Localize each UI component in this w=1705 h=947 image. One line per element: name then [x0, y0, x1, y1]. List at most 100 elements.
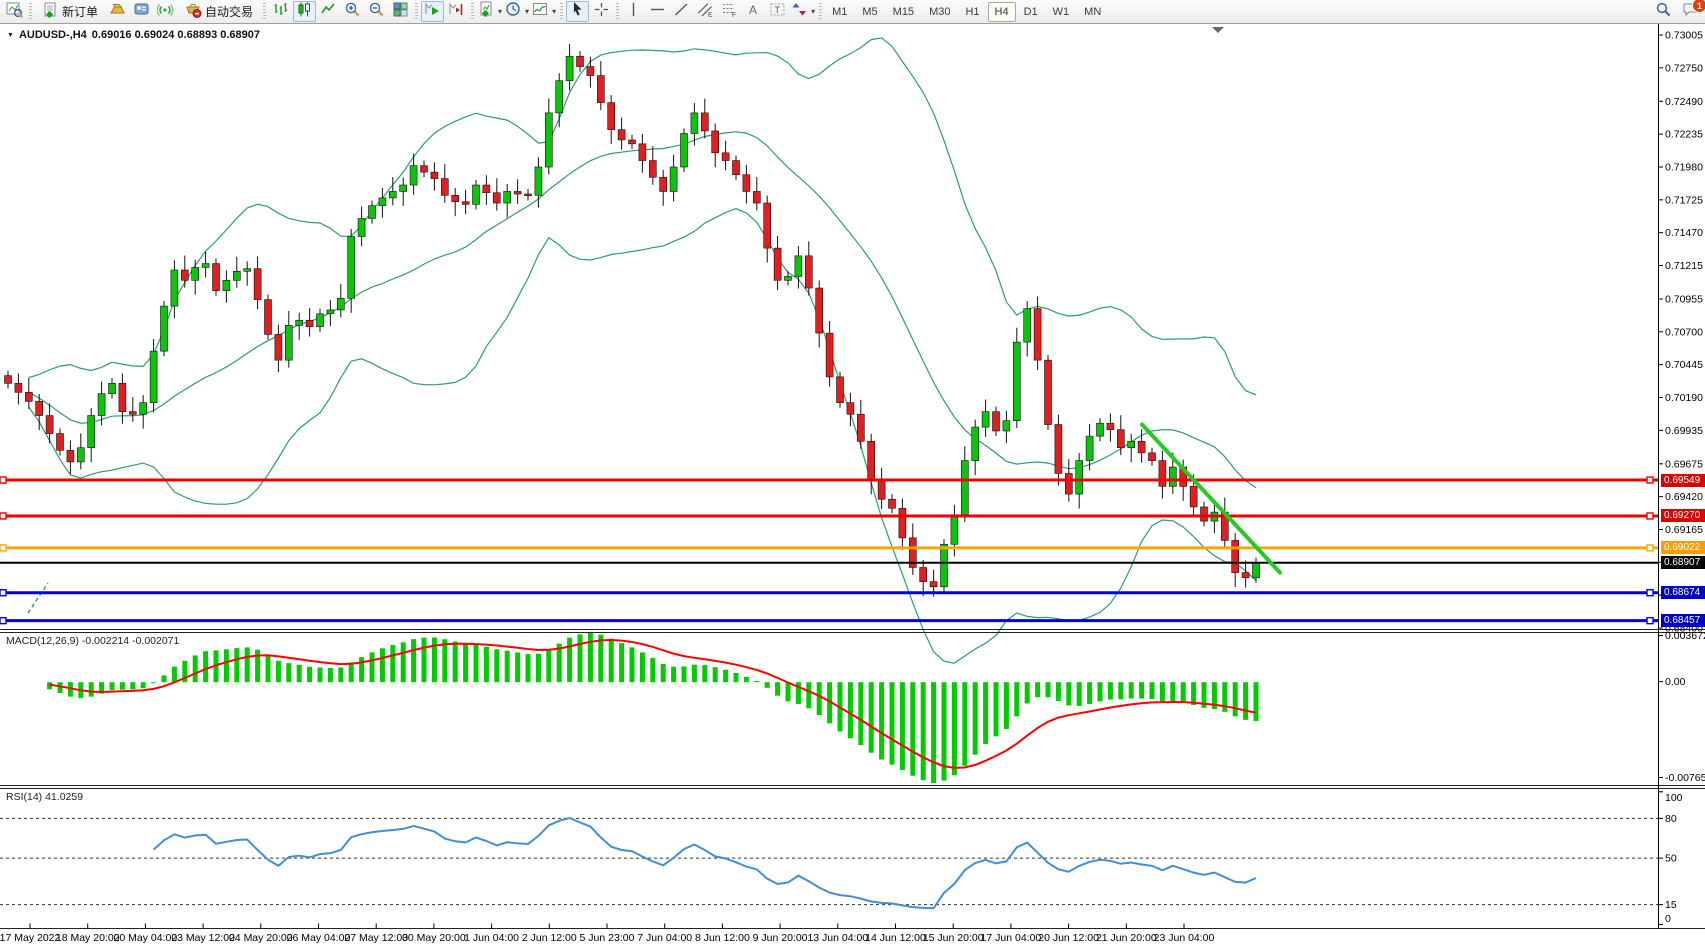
price-level-label-pivot[interactable]: 0.69022: [1661, 541, 1705, 554]
collapse-icon[interactable]: ▼: [7, 32, 14, 39]
fibonacci-icon: F: [721, 1, 738, 23]
timeframe-w1[interactable]: W1: [1046, 2, 1077, 22]
horizontal-line-button[interactable]: [646, 1, 669, 22]
line-chart-type-button[interactable]: [317, 1, 340, 22]
auto-trading-icon: [185, 2, 202, 22]
timeframe-mn[interactable]: MN: [1077, 2, 1108, 22]
current-price-label: 0.68907: [1661, 556, 1705, 569]
price-level-label-support-1[interactable]: 0.68674: [1661, 586, 1705, 599]
horizontal-line-icon: [649, 1, 666, 23]
svg-text:15 Jun 20:00: 15 Jun 20:00: [923, 932, 984, 944]
timeframe-d1[interactable]: D1: [1017, 2, 1045, 22]
svg-text:0.71470: 0.71470: [1665, 227, 1703, 239]
svg-text:0.73005: 0.73005: [1665, 30, 1703, 42]
svg-text:0.72490: 0.72490: [1665, 96, 1703, 108]
svg-text:E: E: [708, 11, 713, 18]
community-icon: [133, 1, 150, 23]
timeframe-h1[interactable]: H1: [958, 2, 986, 22]
svg-text:0.72750: 0.72750: [1665, 62, 1703, 74]
search-button[interactable]: [1652, 1, 1675, 22]
search-icon: [1655, 1, 1672, 23]
svg-text:0.00: 0.00: [1665, 676, 1686, 688]
timeframe-h4[interactable]: H4: [988, 2, 1016, 22]
zoom-in-icon: [344, 1, 361, 23]
price-level-label-resistance-1[interactable]: 0.69549: [1661, 474, 1705, 487]
svg-text:23 May 12:00: 23 May 12:00: [171, 932, 235, 944]
gold-button[interactable]: [106, 1, 129, 22]
toolbar-grip: [819, 3, 822, 20]
notification-badge: 1: [1692, 0, 1705, 13]
profiles-dropdown[interactable]: ▾: [504, 1, 530, 22]
chart-shift-icon: [448, 1, 465, 23]
svg-text:0.71725: 0.71725: [1665, 194, 1703, 206]
svg-text:0.70700: 0.70700: [1665, 326, 1703, 338]
bar-chart-type-button[interactable]: [269, 1, 292, 22]
crosshair-icon: [593, 1, 610, 23]
tile-windows-button[interactable]: [389, 1, 412, 22]
svg-text:50: 50: [1665, 853, 1677, 865]
timeframe-m5[interactable]: M5: [855, 2, 884, 22]
vertical-line-button[interactable]: [622, 1, 645, 22]
zoom-out-icon: [368, 1, 385, 23]
new-order-icon: [42, 2, 59, 22]
price-level-label-resistance-2[interactable]: 0.69270: [1661, 509, 1705, 522]
svg-text:20 Jun 12:00: 20 Jun 12:00: [1038, 932, 1099, 944]
signals-button[interactable]: [154, 1, 177, 22]
svg-text:20 May 04:00: 20 May 04:00: [114, 932, 178, 944]
community-button[interactable]: [130, 1, 153, 22]
trendline-button[interactable]: [670, 1, 693, 22]
svg-text:100: 100: [1665, 792, 1683, 804]
equidistant-channel-button[interactable]: E: [694, 1, 717, 22]
svg-text:0.70955: 0.70955: [1665, 293, 1703, 305]
chart-shift-button[interactable]: [445, 1, 468, 22]
svg-text:0.003672: 0.003672: [1665, 630, 1705, 642]
svg-text:80: 80: [1665, 813, 1677, 825]
new-chart-dropdown[interactable]: ▾: [477, 1, 503, 22]
notifications-button[interactable]: 1: [1679, 1, 1702, 22]
svg-text:15: 15: [1665, 899, 1677, 911]
svg-text:0.71980: 0.71980: [1665, 161, 1703, 173]
timeframe-m30[interactable]: M30: [922, 2, 957, 22]
auto-scroll-button[interactable]: [421, 1, 444, 22]
price-level-label-support-2[interactable]: 0.68457: [1661, 614, 1705, 627]
zoom-in-button[interactable]: [341, 1, 364, 22]
channel-icon: E: [697, 1, 714, 23]
vertical-line-icon: [625, 1, 642, 23]
chart-window-button[interactable]: [3, 1, 26, 22]
text-label-icon: T: [769, 1, 786, 23]
new-order-label: 新订单: [62, 3, 98, 20]
timeframe-m1[interactable]: M1: [825, 2, 854, 22]
svg-text:7 Jun 04:00: 7 Jun 04:00: [637, 932, 692, 944]
toolbar-grip: [616, 3, 619, 20]
svg-text:1 Jun 04:00: 1 Jun 04:00: [464, 932, 519, 944]
shapes-dropdown[interactable]: ▾: [790, 1, 816, 22]
indicators-dropdown[interactable]: ▾: [531, 1, 557, 22]
chart-window-icon: [6, 1, 23, 23]
cursor-button[interactable]: [566, 1, 589, 22]
dropdown-caret-icon: ▾: [552, 8, 556, 16]
dropdown-caret-icon: ▾: [498, 8, 502, 16]
zoom-out-button[interactable]: [365, 1, 388, 22]
svg-text:8 Jun 12:00: 8 Jun 12:00: [695, 932, 750, 944]
arrows-icon: [791, 1, 808, 23]
trendline-icon: [673, 1, 690, 23]
chart-canvas[interactable]: 0.730050.727500.724900.722350.719800.717…: [0, 0, 1705, 947]
svg-text:A: A: [749, 3, 757, 17]
candlestick-chart-type-button[interactable]: [293, 1, 316, 22]
line-chart-icon: [320, 1, 337, 23]
svg-text:-0.007656: -0.007656: [1665, 772, 1705, 784]
auto-trading-button[interactable]: 自动交易: [178, 1, 260, 22]
svg-text:21 Jun 20:00: 21 Jun 20:00: [1096, 932, 1157, 944]
text-label-button[interactable]: T: [766, 1, 789, 22]
text-button[interactable]: A: [742, 1, 765, 22]
new-order-button[interactable]: 新订单: [35, 1, 105, 22]
timeframe-m15[interactable]: M15: [886, 2, 921, 22]
crosshair-button[interactable]: [590, 1, 613, 22]
svg-text:0.69935: 0.69935: [1665, 425, 1703, 437]
candlestick-chart-icon: [296, 1, 313, 23]
svg-text:0: 0: [1665, 913, 1671, 925]
svg-text:0.69420: 0.69420: [1665, 491, 1703, 503]
toolbar-grip: [263, 3, 266, 20]
chart-title: ▼ AUDUSD-,H4 0.69016 0.69024 0.68893 0.6…: [7, 29, 260, 41]
fibonacci-button[interactable]: F: [718, 1, 741, 22]
